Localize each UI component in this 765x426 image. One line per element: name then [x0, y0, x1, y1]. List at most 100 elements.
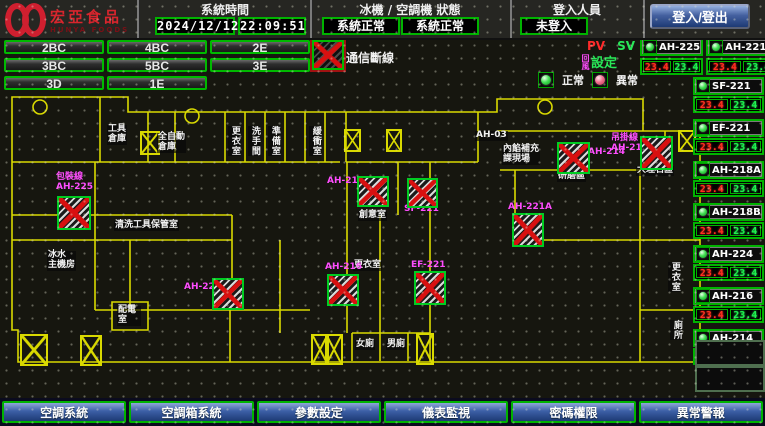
unit-name-row[interactable]: SF-221	[693, 77, 764, 95]
room-label: 配電室	[117, 306, 141, 326]
comm-loss-x-icon[interactable]	[327, 274, 359, 306]
unit-led-icon	[696, 247, 710, 261]
hvac-scada-screen: { "header": { "logo_title": "宏亞食品", "log…	[0, 0, 765, 426]
room-label: 創意室	[358, 211, 387, 221]
unit-name-label: AH-218A	[712, 165, 761, 176]
sv-label: SV	[617, 39, 635, 53]
unit-values: 23.4 23.4	[640, 58, 703, 75]
stairs-hatch-icon	[20, 334, 48, 366]
stairs-hatch-icon	[416, 333, 434, 365]
unit-name-row[interactable]: AH-216	[693, 287, 764, 305]
room-label: 洗手間	[248, 126, 260, 156]
pv-value: 23.4	[643, 61, 671, 72]
pv-value: 23.4	[709, 61, 740, 72]
abnormal-led-icon	[592, 72, 608, 88]
sidebar-unit-list: SF-221 23.4 23.4 EF-221 23.4 23.4 AH-218…	[693, 77, 764, 365]
room-label: 清洗工具保管室	[114, 221, 179, 231]
unit-name-row[interactable]: EF-221	[693, 119, 764, 137]
nav-button[interactable]: 儀表監視	[384, 401, 508, 423]
system-date-value: 2024/12/12	[155, 17, 235, 35]
unit-name-row[interactable]: AH-225	[640, 38, 703, 56]
chiller-status-value: 系統正常	[322, 17, 400, 35]
system-time-label: 系統時間	[140, 1, 310, 18]
comm-loss-x-icon[interactable]	[640, 136, 673, 170]
comm-loss-x-icon[interactable]	[512, 213, 544, 247]
login-status-value: 未登入	[520, 17, 588, 35]
unit-row: EF-221 23.4 23.4	[693, 119, 764, 155]
unit-name-row[interactable]: AH-221A	[706, 38, 765, 56]
logo-subtitle: HUNYA FOODS	[50, 27, 129, 34]
nav-button[interactable]: 參數設定	[257, 401, 381, 423]
room-label: 全自動 倉庫	[157, 133, 186, 153]
zone-button[interactable]: 4BC	[107, 40, 207, 54]
logo-mark-icon	[5, 3, 46, 41]
comm-loss-x-icon[interactable]	[414, 271, 446, 305]
sv-value: 23.4	[730, 309, 762, 320]
unit-name-row[interactable]: AH-218B	[693, 203, 764, 221]
room-label: AH-03	[475, 131, 508, 141]
unit-led-icon	[696, 163, 710, 177]
unit-name-label: AH-225	[659, 42, 700, 53]
login-logout-button[interactable]: 登入/登出	[650, 4, 750, 29]
zone-button[interactable]: 3D	[4, 76, 104, 90]
pv-sv-header: PVSV	[587, 39, 635, 53]
nav-button[interactable]: 空調系統	[2, 401, 126, 423]
unit-led-icon	[696, 79, 710, 93]
nav-button[interactable]: 空調箱系統	[129, 401, 253, 423]
nav-button[interactable]: 密碼權限	[511, 401, 635, 423]
zone-button[interactable]: 5BC	[107, 58, 207, 72]
login-user-label: 登入人員	[512, 1, 642, 18]
unit-led-icon	[696, 289, 710, 303]
top-bar: 宏亞食品 HUNYA FOODS 系統時間 2024/12/12 22:09:5…	[0, 0, 765, 40]
unit-row: AH-218B 23.4 23.4	[693, 203, 764, 239]
zone-button[interactable]: 1E	[107, 76, 207, 90]
room-label: 工具 倉庫	[107, 125, 127, 145]
comm-loss-x-icon[interactable]	[407, 178, 438, 208]
stairs-hatch-icon	[325, 334, 343, 365]
unit-name-row[interactable]: AH-218A	[693, 161, 764, 179]
unit-name-label: AH-224	[712, 249, 753, 260]
unit-led-icon	[696, 121, 710, 135]
ahu-unit-label: EF-221	[410, 261, 447, 271]
zone-button[interactable]: 2BC	[4, 40, 104, 54]
comm-loss-x-icon[interactable]	[57, 196, 91, 230]
unit-name-row[interactable]: AH-224	[693, 245, 764, 263]
comm-loss-legend-label: 通信斷線	[346, 49, 394, 66]
zone-button[interactable]: 2E	[210, 40, 310, 54]
unit-column: AH-225 23.4 23.4	[640, 38, 703, 75]
room-label: 冰水 主機房	[47, 251, 76, 271]
stairs-hatch-icon	[80, 335, 102, 366]
unit-led-icon	[696, 205, 710, 219]
zone-button[interactable]: 3BC	[4, 58, 104, 72]
abnormal-legend-label: 異常	[616, 72, 638, 88]
sv-value: 23.4	[730, 225, 762, 236]
setpoint-header: 回風 設定	[581, 52, 625, 71]
sidebar-empty-slot	[695, 366, 765, 392]
unit-row: AH-218A 23.4 23.4	[693, 161, 764, 197]
normal-legend-label: 正常	[562, 72, 584, 88]
sv-value: 23.4	[730, 99, 762, 110]
room-label: 女廁	[355, 340, 375, 350]
unit-row: AH-216 23.4 23.4	[693, 287, 764, 323]
pv-value: 23.4	[696, 99, 728, 110]
zone-button[interactable]: 3E	[210, 58, 310, 72]
nav-button[interactable]: 異常警報	[639, 401, 763, 423]
sv-value: 23.4	[730, 267, 762, 278]
sidebar-top-units: AH-225 23.4 23.4 AH-221A 23.4 23.4	[640, 38, 765, 75]
comm-loss-x-icon[interactable]	[557, 142, 590, 174]
pv-value: 23.4	[696, 141, 728, 152]
machine-status-label: 冰機 / 空調機 狀態	[312, 1, 508, 18]
room-label: 內餡補充 課現場	[502, 145, 540, 165]
unit-values: 23.4 23.4	[693, 180, 764, 197]
comm-loss-x-icon[interactable]	[357, 176, 389, 207]
comm-loss-x-icon[interactable]	[212, 278, 244, 310]
ahu-unit-label: AH-221A	[507, 203, 553, 213]
setpoint-label: 設定	[591, 52, 617, 71]
room-label: 準備室	[268, 126, 280, 156]
status-legend: 正常 異常	[538, 72, 638, 88]
ahu-status-value: 系統正常	[401, 17, 479, 35]
unit-name-label: AH-218B	[712, 207, 761, 218]
unit-row: SF-221 23.4 23.4	[693, 77, 764, 113]
bottom-nav-bar: 空調系統空調箱系統參數設定儀表監視密碼權限異常警報	[0, 398, 765, 426]
unit-values: 23.4 23.4	[693, 96, 764, 113]
